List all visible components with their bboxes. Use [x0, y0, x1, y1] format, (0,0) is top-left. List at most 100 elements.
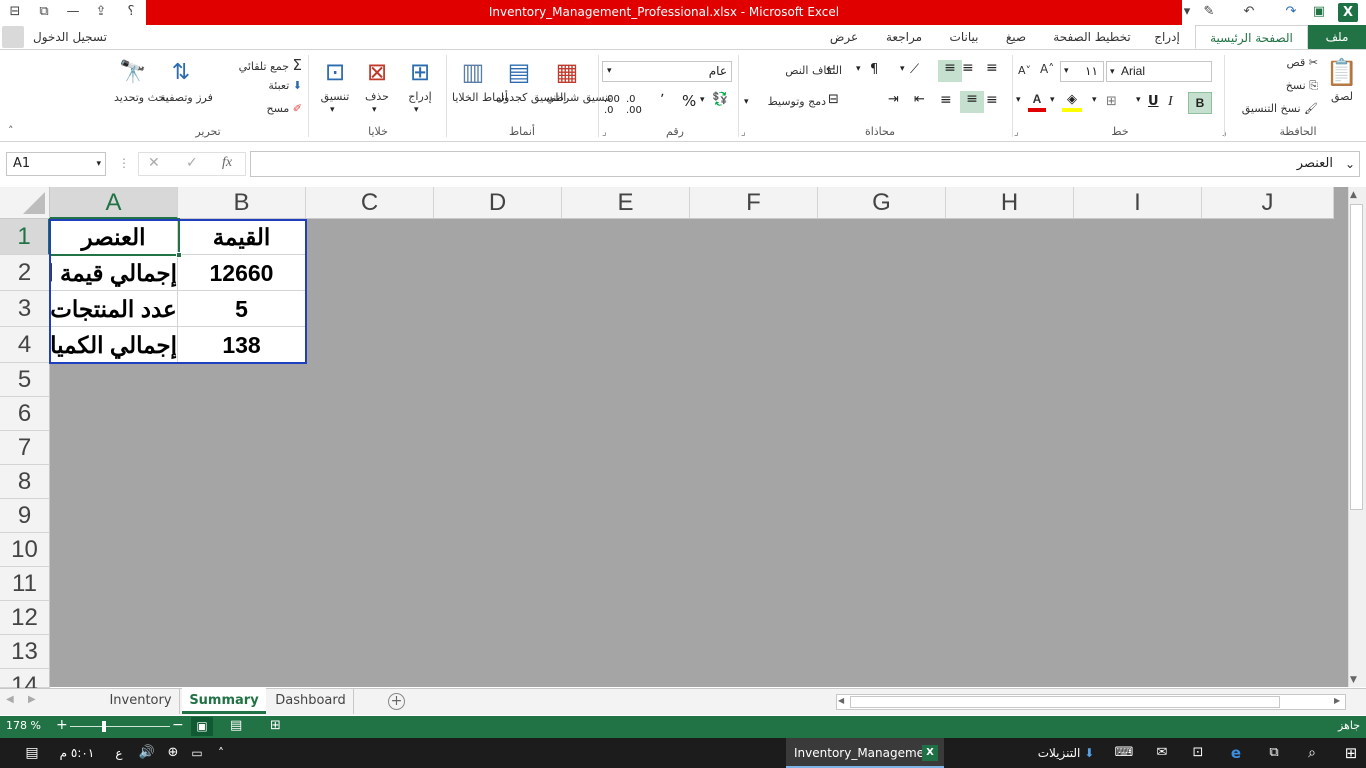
column-header-f[interactable]: F — [690, 187, 818, 219]
column-header-e[interactable]: E — [562, 187, 690, 219]
copy-button[interactable]: نسخ ⎘ — [1258, 79, 1318, 93]
align-bottom-icon[interactable]: ≡ — [938, 60, 962, 82]
font-color-icon[interactable]: A — [1028, 92, 1046, 112]
clear-button[interactable]: مسح ✐ — [216, 102, 302, 115]
select-all-corner[interactable] — [0, 187, 50, 219]
chevron-down-icon[interactable]: ▾ — [1092, 95, 1097, 105]
fill-color-icon[interactable]: ◈ — [1062, 92, 1082, 112]
scroll-left-icon[interactable]: ◀ — [838, 696, 844, 705]
column-header-b[interactable]: B — [178, 187, 306, 219]
zoom-slider-thumb[interactable] — [102, 721, 106, 732]
scroll-up-icon[interactable]: ▲ — [1350, 190, 1357, 200]
vertical-scroll-thumb[interactable] — [1350, 204, 1363, 510]
row-header-10[interactable]: 10 — [0, 533, 50, 567]
ribbon-display-icon[interactable]: ⇪ — [90, 2, 112, 22]
fill-button[interactable]: تعبئة ⬇ — [216, 79, 302, 92]
cut-button[interactable]: قص ✂ — [1258, 56, 1318, 69]
clock-time[interactable]: ٥:٠١ م — [52, 738, 102, 768]
chevron-down-icon[interactable]: ▾ — [1016, 95, 1021, 105]
horizontal-scroll-thumb[interactable] — [850, 696, 1280, 708]
start-icon[interactable]: ⊞ — [1336, 738, 1366, 768]
zoom-level[interactable]: 178 % — [6, 719, 41, 732]
minimize-ribbon-icon[interactable]: ⊟ — [4, 2, 26, 22]
format-cells-button[interactable]: تنسيق — [314, 90, 356, 103]
increase-font-icon[interactable]: A˄ — [1040, 62, 1054, 76]
chevron-down-icon[interactable]: ▾ — [1136, 95, 1141, 105]
sheet-tab-inventory[interactable]: Inventory — [102, 688, 180, 714]
decrease-indent-icon[interactable]: ⇥ — [888, 92, 899, 107]
row-header-11[interactable]: 11 — [0, 567, 50, 601]
chevron-down-icon[interactable]: ▾ — [1050, 95, 1055, 105]
fill-handle[interactable] — [176, 252, 182, 258]
column-header-h[interactable]: H — [946, 187, 1074, 219]
tab-page-layout[interactable]: تخطيط الصفحة — [1048, 25, 1136, 49]
formula-input[interactable]: العنصر ⌄ — [250, 151, 1360, 177]
tab-insert[interactable]: إدراج — [1142, 25, 1192, 49]
chevron-down-icon[interactable]: ▾ — [330, 105, 335, 115]
italic-button[interactable]: I — [1168, 94, 1173, 110]
column-header-c[interactable]: C — [306, 187, 434, 219]
row-header-9[interactable]: 9 — [0, 499, 50, 533]
scroll-right-icon[interactable]: ▶ — [1334, 696, 1340, 705]
font-launcher-icon[interactable]: ⌟ — [1014, 127, 1019, 138]
column-header-g[interactable]: G — [818, 187, 946, 219]
align-left-icon[interactable]: ≡ — [940, 92, 952, 108]
scroll-tab-right-icon[interactable]: ▶ — [28, 694, 36, 705]
add-sheet-icon[interactable]: + — [388, 693, 405, 710]
expand-formula-icon[interactable]: ⌄ — [1345, 152, 1355, 176]
decrease-font-icon[interactable]: A˅ — [1018, 64, 1031, 77]
help-button[interactable]: ؟ — [120, 2, 142, 22]
clear-format-icon[interactable]: ✎ — [1198, 2, 1220, 22]
merge-center-button[interactable]: دمج وتوسيط — [744, 95, 826, 108]
column-header-d[interactable]: D — [434, 187, 562, 219]
mail-icon[interactable]: ✉ — [1152, 738, 1172, 768]
row-header-6[interactable]: 6 — [0, 397, 50, 431]
network-icon[interactable]: ⊕ — [164, 738, 182, 768]
show-hidden-icons[interactable]: ˄ — [212, 738, 230, 768]
name-box[interactable]: A1 ▾ — [6, 152, 106, 176]
page-break-view-icon[interactable]: ⊞ — [270, 718, 281, 733]
increase-decimal-icon[interactable]: .0.00 — [626, 94, 642, 116]
minimize-icon[interactable]: — — [62, 2, 84, 22]
comma-style-icon[interactable]: ٬ — [660, 92, 664, 108]
signin-link[interactable]: تسجيل الدخول — [30, 25, 110, 49]
collapse-ribbon-icon[interactable]: ˄ — [8, 124, 14, 137]
delete-cells-button[interactable]: حذف — [357, 90, 397, 103]
chevron-down-icon[interactable]: ▾ — [414, 105, 419, 115]
enter-icon[interactable]: ✓ — [186, 155, 198, 171]
restore-icon[interactable]: ⧉ — [33, 2, 55, 22]
row-header-12[interactable]: 12 — [0, 601, 50, 635]
rtl-direction-icon[interactable]: ¶ — [870, 62, 878, 77]
format-painter-button[interactable]: نسخ التنسيق 🖌 — [1228, 102, 1318, 115]
chevron-down-icon[interactable]: ▾ — [372, 105, 377, 115]
align-middle-icon[interactable]: ≡ — [962, 60, 974, 76]
bold-button[interactable]: B — [1188, 92, 1212, 114]
tab-file[interactable]: ملف — [1308, 25, 1366, 49]
page-layout-view-icon[interactable]: ▤ — [230, 718, 242, 733]
keyboard-icon[interactable]: ⌨ — [1114, 738, 1134, 768]
column-header-i[interactable]: I — [1074, 187, 1202, 219]
customize-qat-icon[interactable]: ▾ — [1180, 2, 1194, 22]
increase-indent-icon[interactable]: ⇤ — [914, 92, 925, 107]
volume-icon[interactable]: 🔊 — [138, 738, 156, 768]
row-header-13[interactable]: 13 — [0, 635, 50, 669]
chevron-down-icon[interactable]: ▾ — [700, 95, 705, 105]
tab-review[interactable]: مراجعة — [876, 25, 932, 49]
paste-icon[interactable]: 📋 — [1326, 55, 1358, 91]
edge-icon[interactable]: e — [1226, 738, 1246, 768]
row-header-5[interactable]: 5 — [0, 363, 50, 397]
battery-icon[interactable]: ▭ — [188, 738, 206, 768]
sheet-tab-summary[interactable]: Summary — [182, 688, 266, 714]
language-indicator[interactable]: ع — [112, 738, 126, 768]
tab-view[interactable]: عرض — [822, 25, 866, 49]
orientation-icon[interactable]: ⟋ — [910, 62, 919, 77]
downloads-toolbar[interactable]: التنزيلات ⬇ — [1028, 738, 1104, 768]
row-header-8[interactable]: 8 — [0, 465, 50, 499]
align-right-icon[interactable]: ≡ — [986, 92, 998, 108]
cancel-icon[interactable]: ✕ — [148, 155, 160, 171]
row-header-2[interactable]: 2 — [0, 255, 50, 291]
tab-formulas[interactable]: صيغ — [996, 25, 1036, 49]
scroll-tab-left-icon[interactable]: ◀ — [6, 694, 14, 705]
borders-icon[interactable]: ⊞ — [1106, 94, 1117, 109]
zoom-out-icon[interactable]: − — [172, 717, 184, 733]
